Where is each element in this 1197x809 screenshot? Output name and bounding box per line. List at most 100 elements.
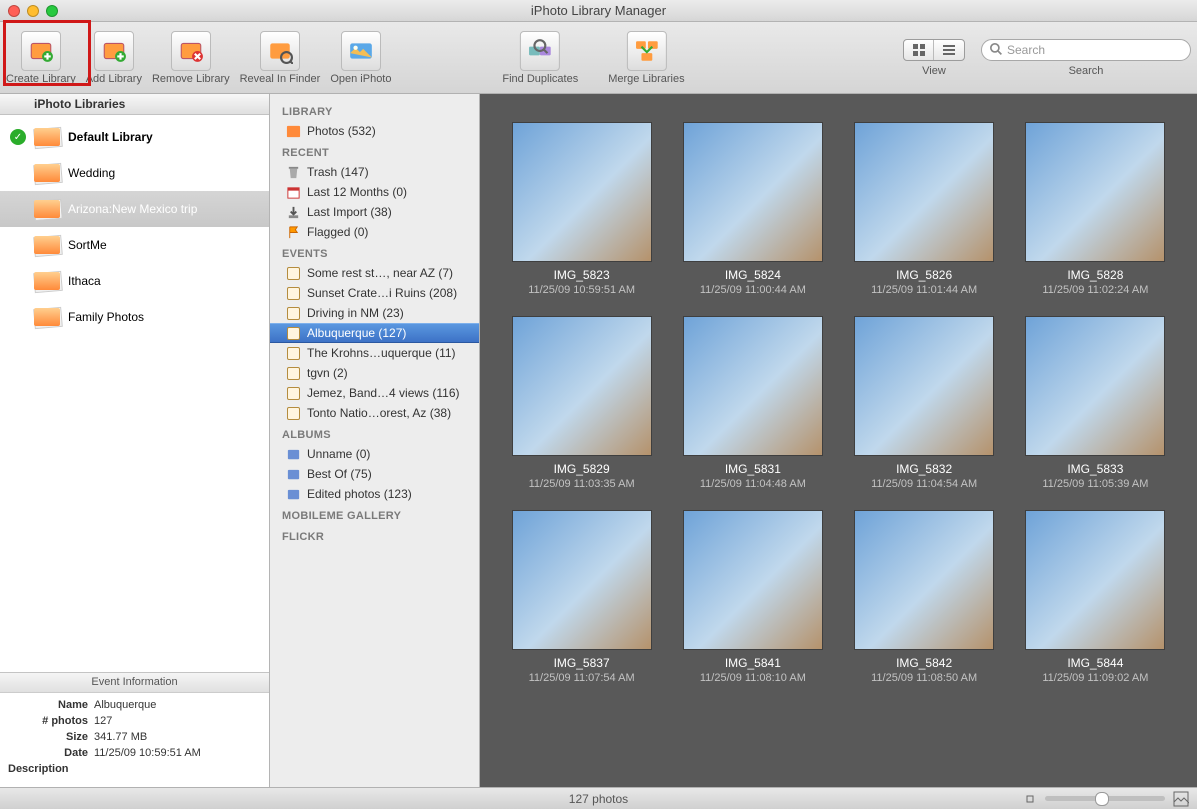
photo-thumbnail[interactable] xyxy=(683,510,823,650)
photo-name: IMG_5831 xyxy=(677,462,828,476)
thumb-large-icon[interactable] xyxy=(1173,791,1189,807)
evinfo-photos-label: # photos xyxy=(8,715,88,727)
library-item[interactable]: Ithaca xyxy=(0,263,269,299)
evinfo-name-value: Albuquerque xyxy=(94,699,156,711)
browser-item[interactable]: The Krohns…uquerque (11) xyxy=(270,343,479,363)
browser-item-label: tgvn (2) xyxy=(307,366,348,380)
status-bar: 127 photos xyxy=(0,787,1197,809)
photo-name: IMG_5828 xyxy=(1020,268,1171,282)
main-content: iPhoto Libraries ✓Default LibraryWedding… xyxy=(0,94,1197,787)
view-icon-grid[interactable] xyxy=(904,40,934,60)
photo-thumbnail[interactable] xyxy=(1025,316,1165,456)
photo-date: 11/25/09 11:03:35 AM xyxy=(506,478,657,490)
search-input[interactable]: Search xyxy=(981,39,1191,61)
photo-thumbnail[interactable] xyxy=(854,122,994,262)
event-checkbox-icon xyxy=(286,406,301,421)
photo-cell[interactable]: IMG_583711/25/09 11:07:54 AM xyxy=(506,510,657,684)
evinfo-size-value: 341.77 MB xyxy=(94,731,147,743)
browser-item[interactable]: Best Of (75) xyxy=(270,464,479,484)
browser-item-label: Tonto Natio…orest, Az (38) xyxy=(307,406,451,420)
photo-cell[interactable]: IMG_582311/25/09 10:59:51 AM xyxy=(506,122,657,296)
browser-item[interactable]: Albuquerque (127) xyxy=(270,323,479,343)
browser-item[interactable]: Jemez, Band…4 views (116) xyxy=(270,383,479,403)
browser-item-label: Some rest st…, near AZ (7) xyxy=(307,266,453,280)
find-duplicates-button[interactable]: Find Duplicates xyxy=(502,31,578,85)
library-item[interactable]: Arizona:New Mexico trip xyxy=(0,191,269,227)
photo-thumbnail[interactable] xyxy=(683,122,823,262)
library-item[interactable]: Family Photos xyxy=(0,299,269,335)
photo-cell[interactable]: IMG_584411/25/09 11:09:02 AM xyxy=(1020,510,1171,684)
browser-item[interactable]: Last Import (38) xyxy=(270,202,479,222)
browser-item-label: Driving in NM (23) xyxy=(307,306,404,320)
photo-cell[interactable]: IMG_583111/25/09 11:04:48 AM xyxy=(677,316,828,490)
merge-libraries-label: Merge Libraries xyxy=(608,73,684,85)
library-item[interactable]: ✓Default Library xyxy=(0,119,269,155)
library-item[interactable]: SortMe xyxy=(0,227,269,263)
browser-item[interactable]: Last 12 Months (0) xyxy=(270,182,479,202)
browser-item-label: The Krohns…uquerque (11) xyxy=(307,346,456,360)
browser-item[interactable]: Photos (532) xyxy=(270,121,479,141)
photo-thumbnail[interactable] xyxy=(854,316,994,456)
merge-libraries-button[interactable]: Merge Libraries xyxy=(608,31,684,85)
photo-thumbnail[interactable] xyxy=(512,510,652,650)
photo-cell[interactable]: IMG_583211/25/09 11:04:54 AM xyxy=(849,316,1000,490)
iphoto-icon xyxy=(341,31,381,71)
photo-cell[interactable]: IMG_5829 11/25/09 11:03:35 AM xyxy=(506,316,657,490)
photo-thumbnail[interactable] xyxy=(1025,510,1165,650)
photo-cell[interactable]: IMG_584211/25/09 11:08:50 AM xyxy=(849,510,1000,684)
photo-cell[interactable]: IMG_583311/25/09 11:05:39 AM xyxy=(1020,316,1171,490)
library-icon xyxy=(34,306,60,328)
zoom-slider[interactable] xyxy=(1045,796,1165,801)
merge-libraries-icon xyxy=(626,31,666,71)
photo-grid: IMG_582311/25/09 10:59:51 AMIMG_582411/2… xyxy=(480,94,1197,712)
browser-item[interactable]: Unname (0) xyxy=(270,444,479,464)
photos-icon xyxy=(286,124,301,139)
search-placeholder: Search xyxy=(1007,43,1045,57)
flag-icon xyxy=(286,225,301,240)
browser-item[interactable]: Tonto Natio…orest, Az (38) xyxy=(270,403,479,423)
import-icon xyxy=(286,205,301,220)
browser-item[interactable]: Flagged (0) xyxy=(270,222,479,242)
photo-thumbnail[interactable] xyxy=(683,316,823,456)
browser-item[interactable]: tgvn (2) xyxy=(270,363,479,383)
remove-library-button[interactable]: Remove Library xyxy=(152,31,230,85)
browser-item[interactable]: Some rest st…, near AZ (7) xyxy=(270,263,479,283)
view-icon-list[interactable] xyxy=(934,40,964,60)
photo-cell[interactable]: IMG_582411/25/09 11:00:44 AM xyxy=(677,122,828,296)
library-item[interactable]: Wedding xyxy=(0,155,269,191)
photo-thumbnail[interactable] xyxy=(512,316,652,456)
photo-cell[interactable]: IMG_582811/25/09 11:02:24 AM xyxy=(1020,122,1171,296)
photo-cell[interactable]: IMG_582611/25/09 11:01:44 AM xyxy=(849,122,1000,296)
add-library-button[interactable]: Add Library xyxy=(86,31,142,85)
create-library-button[interactable]: Create Library xyxy=(6,31,76,85)
event-checkbox-icon xyxy=(286,266,301,281)
browser-item[interactable]: Sunset Crate…i Ruins (208) xyxy=(270,283,479,303)
photo-area[interactable]: IMG_582311/25/09 10:59:51 AMIMG_582411/2… xyxy=(480,94,1197,787)
find-duplicates-label: Find Duplicates xyxy=(502,73,578,85)
browser-item[interactable]: Driving in NM (23) xyxy=(270,303,479,323)
open-iphoto-button[interactable]: Open iPhoto xyxy=(330,31,391,85)
photo-thumbnail[interactable] xyxy=(512,122,652,262)
cat-library-head: LIBRARY xyxy=(270,100,479,121)
evinfo-date-value: 11/25/09 10:59:51 AM xyxy=(94,747,201,759)
find-duplicates-icon xyxy=(520,31,560,71)
browser-item[interactable]: Edited photos (123) xyxy=(270,484,479,504)
zoom-window-button[interactable] xyxy=(46,5,58,17)
reveal-in-finder-button[interactable]: Reveal In Finder xyxy=(240,31,321,85)
photo-cell[interactable]: IMG_584111/25/09 11:08:10 AM xyxy=(677,510,828,684)
photo-name: IMG_5823 xyxy=(506,268,657,282)
browser-sidebar: LIBRARY Photos (532) RECENT Trash (147)L… xyxy=(270,94,480,787)
photo-name: IMG_5829 xyxy=(506,462,657,476)
photo-thumbnail[interactable] xyxy=(1025,122,1165,262)
photo-thumbnail[interactable] xyxy=(854,510,994,650)
photo-date: 11/25/09 11:09:02 AM xyxy=(1020,672,1171,684)
thumb-small-icon[interactable] xyxy=(1023,792,1037,806)
browser-item[interactable]: Trash (147) xyxy=(270,162,479,182)
view-mode-segment[interactable] xyxy=(903,39,965,61)
photo-name: IMG_5833 xyxy=(1020,462,1171,476)
calendar-icon xyxy=(286,185,301,200)
browser-item-label: Sunset Crate…i Ruins (208) xyxy=(307,286,457,300)
close-window-button[interactable] xyxy=(8,5,20,17)
minimize-window-button[interactable] xyxy=(27,5,39,17)
event-checkbox-icon xyxy=(286,306,301,321)
